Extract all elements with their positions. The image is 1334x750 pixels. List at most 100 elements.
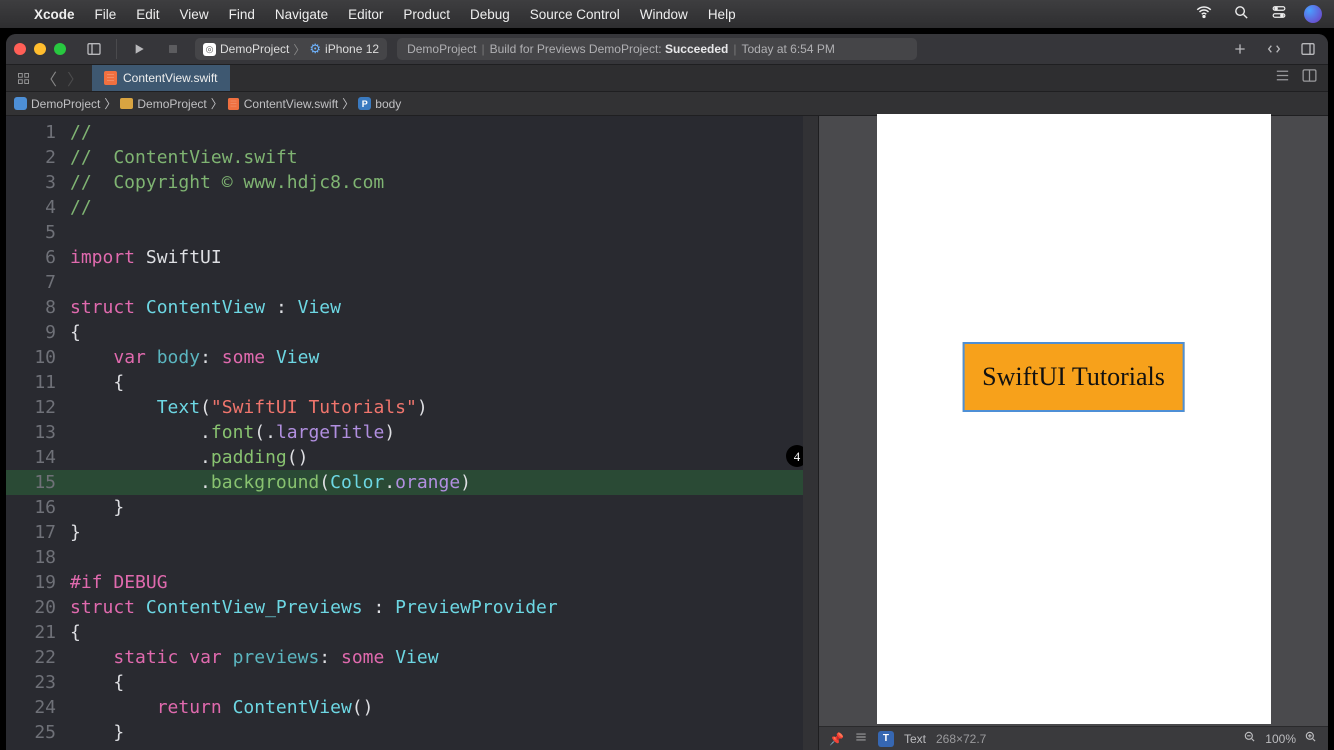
related-items-icon[interactable] — [14, 71, 32, 86]
code-line[interactable]: 19#if DEBUG — [6, 570, 818, 595]
add-button[interactable] — [1228, 38, 1252, 60]
minimize-window-button[interactable] — [34, 43, 46, 55]
user-avatar-icon[interactable] — [1304, 5, 1322, 23]
code-line[interactable]: 17} — [6, 520, 818, 545]
menu-help[interactable]: Help — [698, 7, 746, 22]
stop-button[interactable] — [161, 38, 185, 60]
code-line[interactable]: 15 .background(Color.orange) — [6, 470, 818, 495]
code-line[interactable]: 9{ — [6, 320, 818, 345]
wifi-icon[interactable] — [1185, 3, 1223, 25]
breadcrumb-item[interactable]: DemoProject — [14, 97, 100, 111]
code-content[interactable]: #if DEBUG — [70, 570, 168, 595]
code-line[interactable]: 23 { — [6, 670, 818, 695]
menu-editor[interactable]: Editor — [338, 7, 393, 22]
code-line[interactable]: 2// ContentView.swift — [6, 145, 818, 170]
code-content[interactable]: .background(Color.orange) — [70, 470, 471, 495]
code-line[interactable]: 18 — [6, 545, 818, 570]
breadcrumb-item[interactable]: ContentView.swift — [227, 97, 339, 111]
code-content[interactable]: return ContentView() — [70, 695, 373, 720]
run-button[interactable] — [127, 38, 151, 60]
zoom-out-button[interactable] — [1243, 730, 1257, 747]
code-line[interactable]: 7 — [6, 270, 818, 295]
menu-source-control[interactable]: Source Control — [520, 7, 630, 22]
menu-view[interactable]: View — [170, 7, 219, 22]
line-number: 20 — [6, 595, 70, 620]
app-menu[interactable]: Xcode — [24, 7, 85, 22]
scheme-selector[interactable]: ◎ DemoProject 〉 ⚙︎ iPhone 12 — [195, 38, 387, 60]
code-line[interactable]: 1// — [6, 120, 818, 145]
menu-file[interactable]: File — [85, 7, 127, 22]
code-content[interactable]: // Copyright © www.hdjc8.com — [70, 170, 384, 195]
code-content[interactable]: { — [70, 620, 81, 645]
code-line[interactable]: 13 .font(.largeTitle) — [6, 420, 818, 445]
code-content[interactable]: .font(.largeTitle) — [70, 420, 395, 445]
text-element-icon: T — [878, 731, 894, 747]
code-line[interactable]: 4// — [6, 195, 818, 220]
canvas-background[interactable]: SwiftUI Tutorials — [819, 116, 1328, 726]
code-line[interactable]: 16 } — [6, 495, 818, 520]
code-line[interactable]: 6import SwiftUI — [6, 245, 818, 270]
zoom-level[interactable]: 100% — [1265, 732, 1296, 746]
code-line[interactable]: 12 Text("SwiftUI Tutorials") — [6, 395, 818, 420]
code-line[interactable]: 20struct ContentView_Previews : PreviewP… — [6, 595, 818, 620]
menu-find[interactable]: Find — [219, 7, 265, 22]
code-content[interactable]: } — [70, 495, 124, 520]
preview-text-view[interactable]: SwiftUI Tutorials — [962, 342, 1185, 412]
code-review-button[interactable] — [1262, 38, 1286, 60]
fullscreen-window-button[interactable] — [54, 43, 66, 55]
menu-edit[interactable]: Edit — [126, 7, 169, 22]
code-content[interactable]: { — [70, 370, 124, 395]
editor-options-icon[interactable] — [1274, 67, 1291, 89]
code-content[interactable]: // — [70, 120, 92, 145]
code-line[interactable]: 11 { — [6, 370, 818, 395]
code-line[interactable]: 10 var body: some View — [6, 345, 818, 370]
spotlight-icon[interactable] — [1223, 4, 1260, 25]
editor-scrollbar[interactable] — [803, 116, 818, 750]
adjust-editor-icon[interactable] — [1301, 67, 1318, 89]
breadcrumb-item[interactable]: DemoProject — [120, 97, 206, 111]
code-line[interactable]: 22 static var previews: some View — [6, 645, 818, 670]
scheme-device-label: iPhone 12 — [325, 42, 379, 56]
menu-debug[interactable]: Debug — [460, 7, 520, 22]
menu-window[interactable]: Window — [630, 7, 698, 22]
code-line[interactable]: 25 } — [6, 720, 818, 745]
toggle-inspector-button[interactable] — [1296, 38, 1320, 60]
code-content[interactable]: var body: some View — [70, 345, 319, 370]
code-content[interactable]: .padding() — [70, 445, 308, 470]
code-content[interactable]: } — [70, 720, 124, 745]
code-line[interactable]: 5 — [6, 220, 818, 245]
close-window-button[interactable] — [14, 43, 26, 55]
activity-text: Build for Previews DemoProject: — [490, 42, 662, 56]
code-content[interactable]: { — [70, 670, 124, 695]
code-content[interactable]: // — [70, 195, 92, 220]
code-content[interactable]: static var previews: some View — [70, 645, 439, 670]
code-line[interactable]: 21{ — [6, 620, 818, 645]
activity-viewer: DemoProject | Build for Previews DemoPro… — [397, 38, 917, 60]
back-button[interactable]: 〈 — [40, 66, 58, 90]
code-line[interactable]: 3// Copyright © www.hdjc8.com — [6, 170, 818, 195]
pin-icon[interactable]: 📌 — [829, 732, 844, 746]
xcode-window: ◎ DemoProject 〉 ⚙︎ iPhone 12 DemoProject… — [6, 34, 1328, 750]
activity-status: Succeeded — [665, 42, 728, 56]
zoom-in-button[interactable] — [1304, 730, 1318, 747]
breadcrumb-item[interactable]: P body — [358, 97, 401, 111]
preview-options-icon[interactable] — [854, 730, 868, 747]
forward-button[interactable]: 〉 — [66, 66, 84, 90]
code-content[interactable]: struct ContentView_Previews : PreviewPro… — [70, 595, 558, 620]
code-content[interactable]: // ContentView.swift — [70, 145, 298, 170]
code-content[interactable]: Text("SwiftUI Tutorials") — [70, 395, 428, 420]
code-line[interactable]: 14 .padding()4 — [6, 445, 818, 470]
code-content[interactable]: } — [70, 520, 81, 545]
control-center-icon[interactable] — [1260, 5, 1298, 23]
device-preview[interactable]: SwiftUI Tutorials — [877, 114, 1271, 724]
menu-navigate[interactable]: Navigate — [265, 7, 338, 22]
code-line[interactable]: 8struct ContentView : View — [6, 295, 818, 320]
code-content[interactable]: import SwiftUI — [70, 245, 222, 270]
toggle-navigator-button[interactable] — [82, 38, 106, 60]
file-tab[interactable]: ContentView.swift — [92, 65, 230, 91]
menu-product[interactable]: Product — [393, 7, 460, 22]
code-content[interactable]: { — [70, 320, 81, 345]
code-content[interactable]: struct ContentView : View — [70, 295, 341, 320]
code-editor[interactable]: 1//2// ContentView.swift3// Copyright © … — [6, 116, 818, 750]
code-line[interactable]: 24 return ContentView() — [6, 695, 818, 720]
